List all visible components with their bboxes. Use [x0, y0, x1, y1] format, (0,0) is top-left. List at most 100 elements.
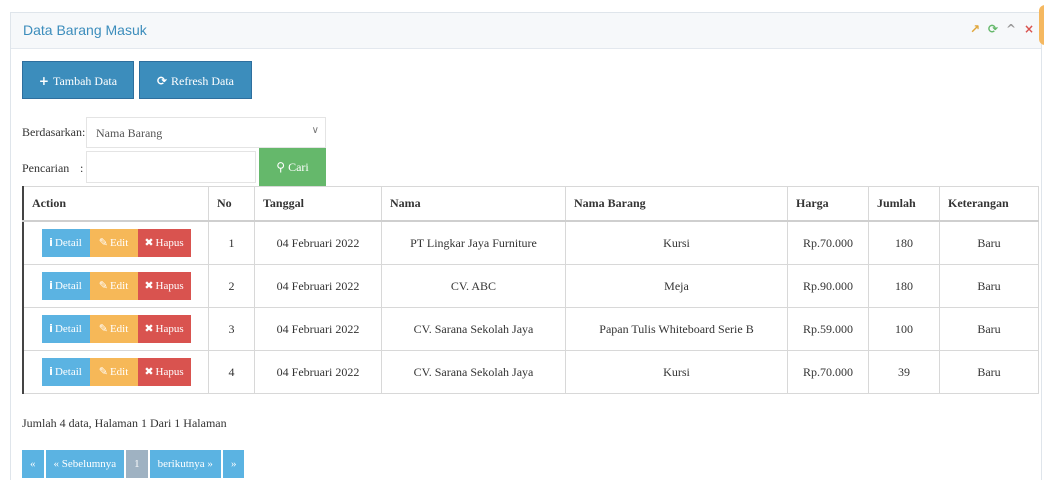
- add-data-button[interactable]: + Tambah Data: [22, 61, 134, 99]
- header-tanggal: Tanggal: [254, 186, 382, 222]
- cell-nama: CV. Sarana Sekolah Jaya: [381, 350, 566, 394]
- side-tab[interactable]: [1039, 5, 1044, 45]
- search-label: Pencarian: [22, 161, 70, 175]
- edit-icon: ✎: [98, 365, 108, 378]
- search-colon: :: [80, 161, 84, 175]
- table-row: i Detail ✎ Edit ✖ Hapus 3 04 Februari 2022 …: [22, 307, 1039, 351]
- edit-button[interactable]: ✎ Edit: [89, 229, 138, 257]
- header-keterangan: Keterangan: [939, 186, 1039, 222]
- search-input[interactable]: [86, 151, 256, 183]
- edit-button[interactable]: ✎ Edit: [89, 315, 138, 343]
- panel-tools: ↗ ⟳ ^ ×: [969, 22, 1035, 36]
- expand-icon[interactable]: ↗: [969, 22, 981, 36]
- delete-button[interactable]: ✖ Hapus: [137, 315, 191, 343]
- delete-label: Hapus: [155, 237, 184, 249]
- last-page-button[interactable]: »: [222, 450, 245, 478]
- info-icon: i: [49, 322, 53, 335]
- delete-label: Hapus: [155, 323, 184, 335]
- detail-label: Detail: [54, 366, 82, 378]
- action-cell: i Detail ✎ Edit ✖ Hapus: [22, 350, 209, 394]
- first-page-button[interactable]: «: [22, 450, 44, 478]
- cell-nama: PT Lingkar Jaya Furniture: [381, 220, 566, 265]
- table-row: i Detail ✎ Edit ✖ Hapus 2 04 Februari 2022 …: [22, 264, 1039, 308]
- delete-label: Hapus: [155, 366, 184, 378]
- action-cell: i Detail ✎ Edit ✖ Hapus: [22, 307, 209, 351]
- refresh-data-button[interactable]: ⟳ Refresh Data: [139, 61, 252, 99]
- cell-nama-barang: Papan Tulis Whiteboard Serie B: [565, 307, 788, 351]
- cell-nama-barang: Kursi: [565, 350, 788, 394]
- data-table: Action No Tanggal Nama Nama Barang Harga…: [22, 186, 1039, 394]
- cell-nama-barang: Meja: [565, 264, 788, 308]
- edit-label: Edit: [109, 280, 129, 292]
- table-header-row: Action No Tanggal Nama Nama Barang Harga…: [22, 186, 1039, 222]
- based-on-value: Nama Barang: [96, 126, 163, 140]
- cell-tanggal: 04 Februari 2022: [254, 307, 382, 351]
- cell-tanggal: 04 Februari 2022: [254, 220, 382, 265]
- cell-jumlah: 39: [868, 350, 940, 394]
- cell-nama: CV. ABC: [381, 264, 566, 308]
- search-button-label: Cari: [288, 160, 309, 174]
- action-cell: i Detail ✎ Edit ✖ Hapus: [22, 220, 209, 265]
- delete-button[interactable]: ✖ Hapus: [137, 272, 191, 300]
- data-summary: Jumlah 4 data, Halaman 1 Dari 1 Halaman: [22, 416, 227, 430]
- header-no: No: [208, 186, 255, 222]
- edit-label: Edit: [109, 366, 129, 378]
- cell-keterangan: Baru: [939, 220, 1039, 265]
- cell-keterangan: Baru: [939, 307, 1039, 351]
- header-jumlah: Jumlah: [868, 186, 940, 222]
- delete-icon: ✖: [144, 365, 154, 378]
- edit-button[interactable]: ✎ Edit: [89, 358, 138, 386]
- detail-label: Detail: [54, 323, 82, 335]
- header-harga: Harga: [787, 186, 869, 222]
- header-nama: Nama: [381, 186, 566, 222]
- detail-button[interactable]: i Detail: [41, 272, 90, 300]
- edit-icon: ✎: [98, 236, 108, 249]
- detail-label: Detail: [54, 237, 82, 249]
- refresh-icon[interactable]: ⟳: [987, 22, 999, 36]
- detail-button[interactable]: i Detail: [41, 229, 90, 257]
- detail-button[interactable]: i Detail: [41, 315, 90, 343]
- cell-no: 3: [208, 307, 255, 351]
- detail-button[interactable]: i Detail: [41, 358, 90, 386]
- cell-no: 2: [208, 264, 255, 308]
- plus-square-icon: +: [38, 74, 49, 88]
- cell-harga: Rp.70.000: [787, 220, 869, 265]
- add-data-label: Tambah Data: [52, 74, 118, 88]
- current-page-button[interactable]: 1: [126, 450, 148, 478]
- based-on-label: Berdasarkan:: [22, 125, 86, 139]
- cell-tanggal: 04 Februari 2022: [254, 264, 382, 308]
- search-icon: ⚲: [276, 160, 286, 174]
- delete-button[interactable]: ✖ Hapus: [137, 358, 191, 386]
- edit-button[interactable]: ✎ Edit: [89, 272, 138, 300]
- cell-jumlah: 180: [868, 220, 940, 265]
- search-button[interactable]: ⚲ Cari: [259, 148, 326, 186]
- cell-nama: CV. Sarana Sekolah Jaya: [381, 307, 566, 351]
- cell-keterangan: Baru: [939, 350, 1039, 394]
- delete-icon: ✖: [144, 279, 154, 292]
- close-icon[interactable]: ×: [1023, 22, 1035, 36]
- table-row: i Detail ✎ Edit ✖ Hapus 1 04 Februari 2022 …: [22, 220, 1039, 265]
- collapse-icon[interactable]: ^: [1005, 22, 1017, 36]
- info-icon: i: [49, 236, 53, 249]
- cell-jumlah: 180: [868, 264, 940, 308]
- previous-page-button[interactable]: « Sebelumnya: [45, 450, 125, 478]
- cell-no: 4: [208, 350, 255, 394]
- panel-header: Data Barang Masuk ↗ ⟳ ^ ×: [11, 5, 1044, 49]
- chevron-down-icon: ∨: [311, 125, 319, 136]
- delete-button[interactable]: ✖ Hapus: [137, 229, 191, 257]
- pagination: « « Sebelumnya 1 berikutnya » »: [22, 450, 245, 478]
- edit-icon: ✎: [98, 322, 108, 335]
- cell-jumlah: 100: [868, 307, 940, 351]
- next-page-button[interactable]: berikutnya »: [149, 450, 221, 478]
- delete-label: Hapus: [155, 280, 184, 292]
- edit-label: Edit: [109, 323, 129, 335]
- cell-harga: Rp.59.000: [787, 307, 869, 351]
- based-on-select[interactable]: Nama Barang ∨: [86, 117, 326, 148]
- panel-title: Data Barang Masuk: [23, 22, 147, 38]
- edit-label: Edit: [109, 237, 129, 249]
- refresh-icon: ⟳: [156, 74, 168, 88]
- delete-icon: ✖: [144, 236, 154, 249]
- cell-keterangan: Baru: [939, 264, 1039, 308]
- table-row: i Detail ✎ Edit ✖ Hapus 4 04 Februari 2022 …: [22, 350, 1039, 394]
- header-nama-barang: Nama Barang: [565, 186, 788, 222]
